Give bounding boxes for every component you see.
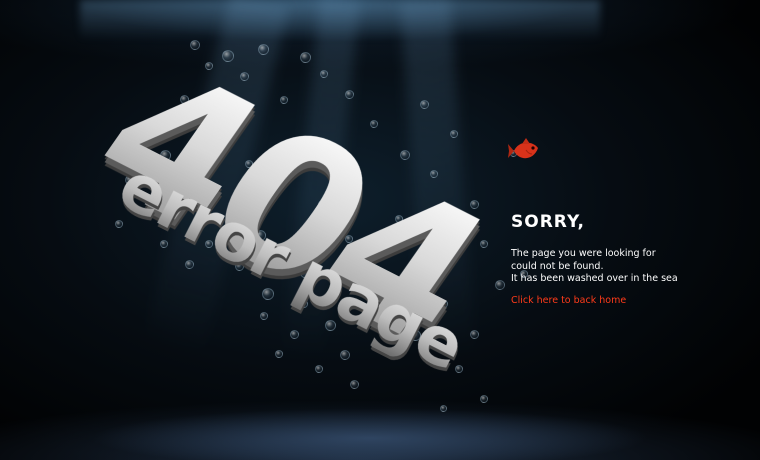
red-fish-icon (508, 138, 538, 159)
message-line: The page you were looking for (511, 248, 656, 259)
underwater-scene: 404 error page SORRY, The page you were … (0, 0, 760, 460)
air-bubble-icon (470, 330, 479, 339)
message-line: could not be found. (511, 260, 604, 272)
message-line: It has been washed over in the sea (511, 273, 678, 284)
air-bubble-icon (440, 405, 447, 412)
sea-floor-glow (90, 408, 650, 460)
air-bubble-icon (455, 365, 463, 373)
air-bubble-icon (350, 380, 359, 389)
air-bubble-icon (420, 100, 429, 109)
air-bubble-icon (320, 70, 328, 78)
air-bubble-icon (480, 395, 488, 403)
back-home-link[interactable]: Click here to back home (511, 295, 626, 306)
sorry-heading: SORRY, (511, 212, 585, 232)
air-bubble-icon (315, 365, 323, 373)
air-bubble-icon (345, 90, 354, 99)
air-bubble-icon (300, 52, 311, 63)
air-bubble-icon (495, 280, 505, 290)
air-bubble-icon (258, 44, 269, 55)
air-bubble-icon (450, 130, 458, 138)
air-bubble-icon (275, 350, 283, 358)
error-message-panel: SORRY, The page you were looking for cou… (511, 212, 751, 308)
